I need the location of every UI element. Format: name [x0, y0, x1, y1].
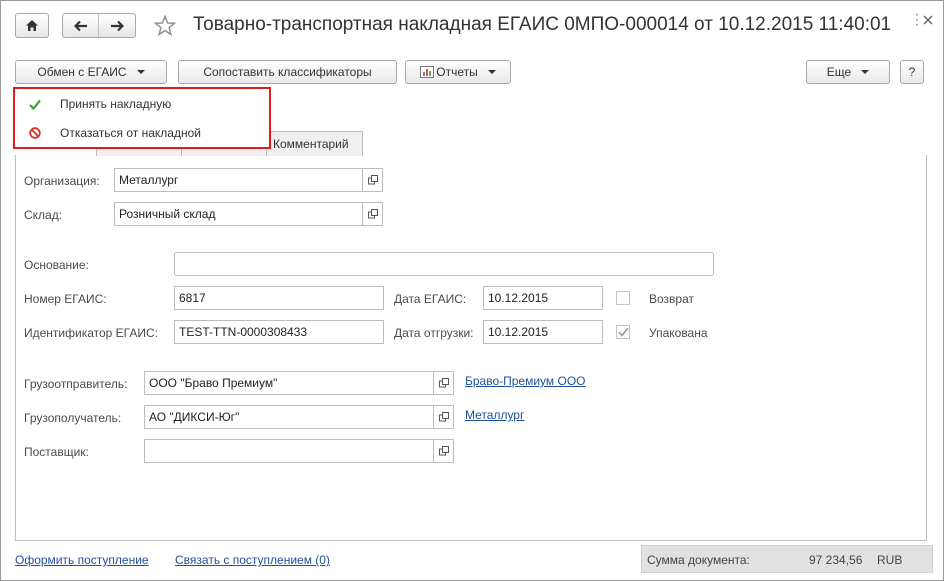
supplier-open-button[interactable]: [434, 439, 454, 463]
consignee-link[interactable]: Металлург: [465, 408, 524, 422]
close-icon: [923, 15, 933, 25]
warehouse-open-button[interactable]: [363, 202, 383, 226]
warehouse-field[interactable]: Розничный склад: [114, 202, 363, 226]
shipper-value: ООО "Браво Премиум": [149, 376, 278, 390]
star-icon: [153, 14, 177, 37]
egais-number-value: 6817: [179, 291, 206, 305]
arrow-right-icon: [111, 20, 124, 31]
sum-value: 97 234,56: [809, 553, 863, 567]
ship-date-field[interactable]: 10.12.2015: [483, 320, 603, 344]
organization-label: Организация:: [24, 174, 100, 188]
ship-date-label: Дата отгрузки:: [394, 326, 474, 340]
return-label: Возврат: [649, 292, 694, 306]
chevron-down-icon: [861, 70, 870, 74]
supplier-label: Поставщик:: [24, 445, 89, 459]
document-window: Товарно-транспортная накладная ЕГАИС 0МП…: [0, 0, 944, 581]
egais-id-field[interactable]: TEST-TTN-0000308433: [174, 320, 384, 344]
forward-button[interactable]: [99, 14, 135, 37]
match-classifiers-button[interactable]: Сопоставить классификаторы: [178, 60, 397, 84]
help-label: ?: [908, 65, 916, 79]
consignee-label: Грузополучатель:: [24, 411, 122, 425]
exchange-egais-button[interactable]: Обмен с ЕГАИС: [15, 60, 167, 84]
egais-number-label: Номер ЕГАИС:: [24, 292, 107, 306]
consignee-field[interactable]: АО "ДИКСИ-Юг": [144, 405, 434, 429]
warehouse-label: Склад:: [24, 208, 63, 222]
nav-button-group: [62, 13, 136, 38]
sum-label: Сумма документа:: [647, 553, 750, 567]
egais-date-field[interactable]: 10.12.2015: [483, 286, 603, 310]
packed-checkbox[interactable]: [616, 325, 630, 339]
match-classifiers-label: Сопоставить классификаторы: [203, 65, 372, 79]
consignee-open-button[interactable]: [434, 405, 454, 429]
consignee-value: АО "ДИКСИ-Юг": [149, 410, 240, 424]
shipper-field[interactable]: ООО "Браво Премиум": [144, 371, 434, 395]
menu-item-label: Отказаться от накладной: [60, 126, 201, 140]
check-icon: [26, 99, 44, 110]
help-button[interactable]: ?: [900, 60, 924, 84]
create-receipt-link[interactable]: Оформить поступление: [15, 553, 149, 567]
open-form-icon: [367, 175, 378, 185]
reports-label: Отчеты: [436, 65, 478, 79]
egais-id-value: TEST-TTN-0000308433: [179, 325, 308, 339]
tab-comment[interactable]: Комментарий: [266, 131, 363, 156]
link-receipt-link[interactable]: Связать с поступлением (0): [175, 553, 330, 567]
egais-date-label: Дата ЕГАИС:: [394, 292, 467, 306]
chevron-down-icon: [487, 70, 496, 74]
report-icon: [420, 66, 435, 78]
egais-date-value: 10.12.2015: [488, 291, 549, 305]
checkmark-icon: [617, 327, 629, 337]
reports-button[interactable]: Отчеты: [405, 60, 511, 84]
open-form-icon: [438, 412, 449, 422]
shipper-link[interactable]: Браво-Премиум ООО: [465, 374, 586, 388]
menu-item-reject-invoice[interactable]: Отказаться от накладной: [15, 119, 269, 147]
forbidden-icon: [26, 127, 44, 139]
shipper-label: Грузоотправитель:: [24, 377, 128, 391]
chevron-down-icon: [136, 70, 145, 74]
currency-value: RUB: [877, 553, 903, 567]
open-form-icon: [438, 378, 449, 388]
tab-comment-label: Комментарий: [273, 137, 349, 151]
shipper-open-button[interactable]: [434, 371, 454, 395]
document-sum-panel: Сумма документа: 97 234,56 RUB: [641, 545, 933, 573]
arrow-left-icon: [73, 20, 87, 31]
packed-label: Упакована: [649, 326, 708, 340]
open-form-icon: [438, 446, 449, 456]
home-icon: [26, 20, 38, 31]
more-button[interactable]: Еще: [806, 60, 890, 84]
menu-item-label: Принять накладную: [60, 97, 172, 111]
basis-field[interactable]: [174, 252, 714, 276]
more-label: Еще: [826, 65, 852, 79]
basis-label: Основание:: [24, 258, 89, 272]
close-window-button[interactable]: [923, 12, 933, 30]
supplier-field[interactable]: [144, 439, 434, 463]
organization-field[interactable]: Металлург: [114, 168, 363, 192]
return-checkbox[interactable]: [616, 291, 630, 305]
egais-exchange-menu: Принять накладную Отказаться от накладно…: [13, 87, 271, 149]
egais-id-label: Идентификатор ЕГАИС:: [24, 326, 158, 340]
favorite-star-button[interactable]: [153, 14, 177, 38]
egais-number-field[interactable]: 6817: [174, 286, 384, 310]
exchange-egais-label: Обмен с ЕГАИС: [37, 65, 127, 79]
organization-value: Металлург: [119, 173, 179, 187]
open-form-icon: [367, 209, 378, 219]
page-title: Товарно-транспортная накладная ЕГАИС 0МП…: [193, 14, 892, 35]
home-button[interactable]: [15, 13, 49, 38]
organization-open-button[interactable]: [363, 168, 383, 192]
menu-item-accept-invoice[interactable]: Принять накладную: [15, 90, 269, 118]
back-button[interactable]: [63, 14, 99, 37]
ship-date-value: 10.12.2015: [488, 325, 549, 339]
warehouse-value: Розничный склад: [119, 207, 216, 221]
